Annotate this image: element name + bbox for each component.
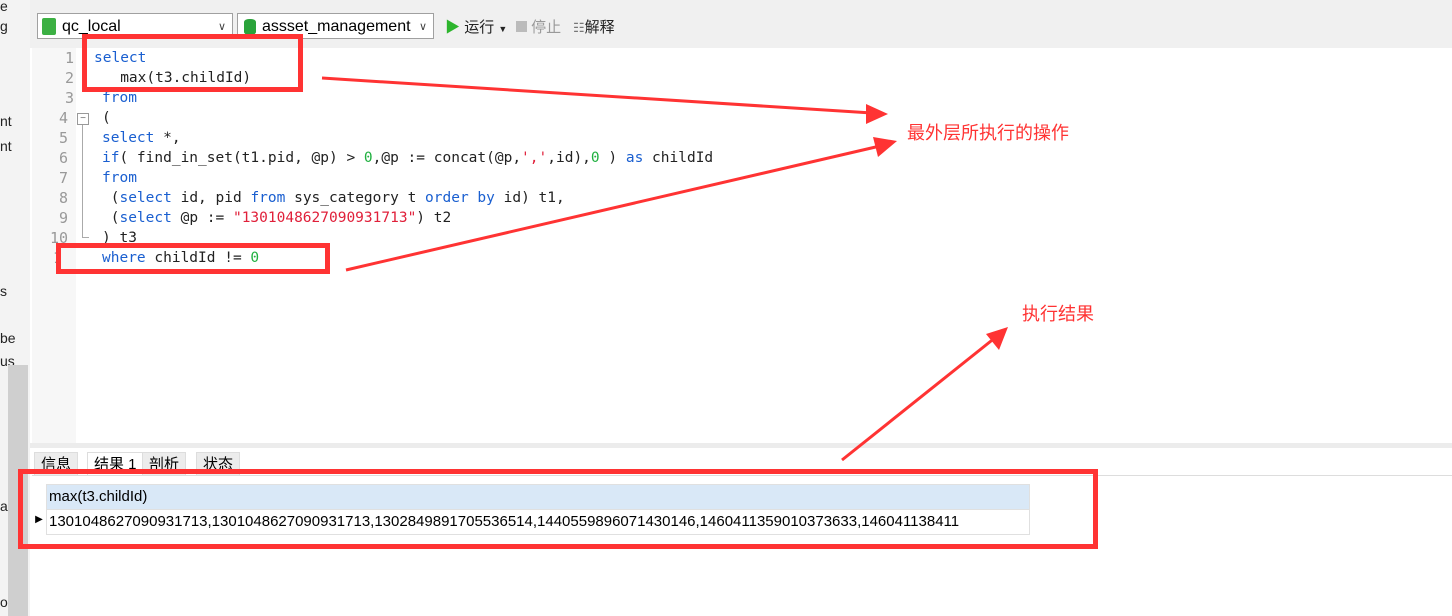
annotation-result: 执行结果: [1022, 304, 1094, 324]
arrow-line: [345, 144, 881, 272]
arrow-line: [321, 76, 873, 115]
arrowhead-icon: [873, 137, 897, 157]
annotation-arrows: [321, 76, 1008, 462]
arrowhead-icon: [866, 104, 888, 124]
annotation-outer-op: 最外层所执行的操作: [907, 123, 1069, 143]
arrowhead-icon: [986, 327, 1008, 350]
arrow-line: [841, 335, 997, 462]
